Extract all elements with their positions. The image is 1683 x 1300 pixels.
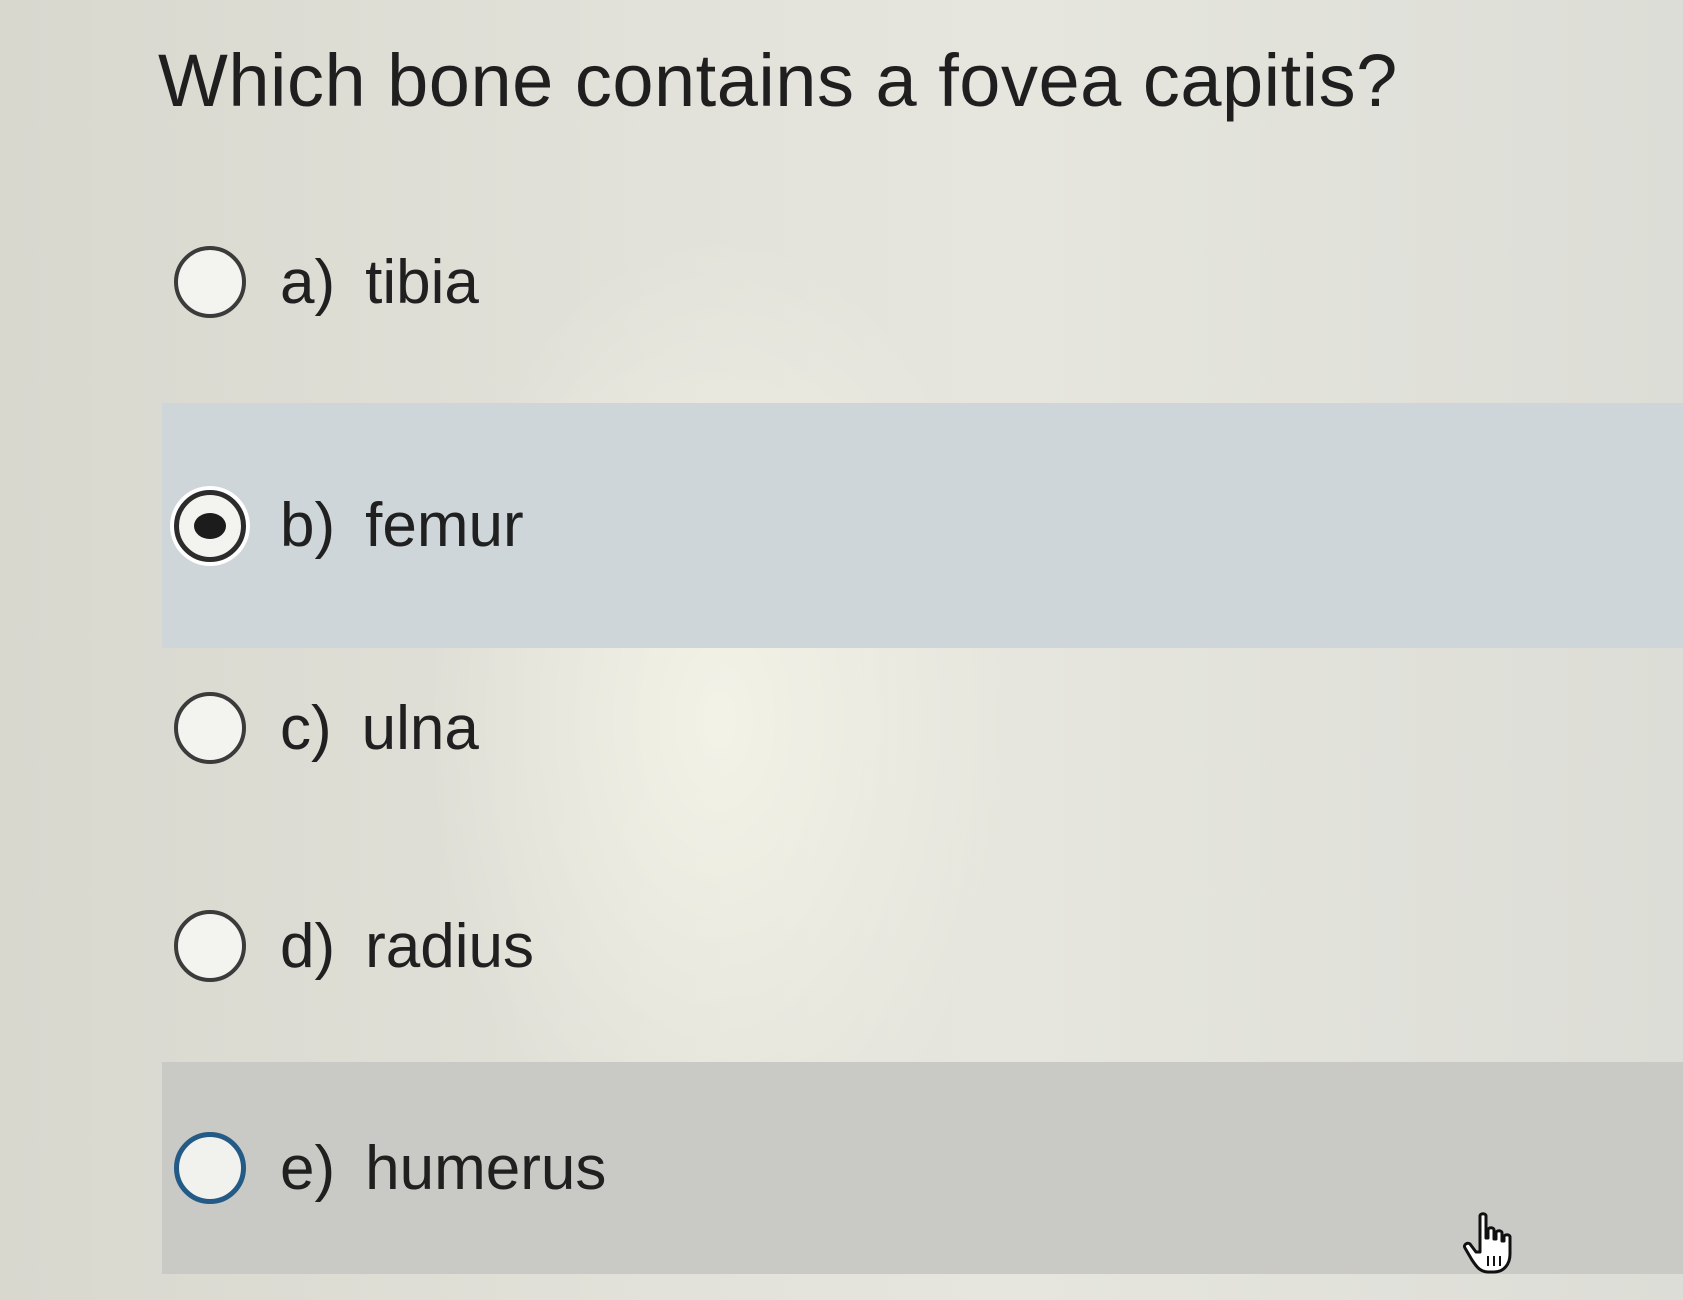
option-e-label: humerus [365, 1133, 607, 1203]
radio-button-b[interactable] [174, 489, 246, 562]
radio-button-a[interactable] [174, 246, 246, 318]
option-c[interactable]: c) ulna [162, 668, 1683, 788]
option-d-label: radius [365, 911, 535, 981]
radio-button-c[interactable] [174, 692, 246, 764]
option-b-label: femur [365, 491, 524, 560]
option-e-letter: e) [280, 1133, 336, 1203]
question-text: Which bone contains a fovea capitis? [158, 39, 1398, 122]
option-b-letter: b) [280, 491, 336, 560]
option-d[interactable]: d) radius [162, 886, 1683, 1006]
option-e[interactable]: e) humerus [162, 1062, 1683, 1274]
option-d-letter: d) [280, 911, 336, 981]
option-a[interactable]: a) tibia [162, 222, 1683, 342]
option-c-letter: c) [280, 693, 332, 763]
option-c-label: ulna [361, 693, 479, 763]
option-a-label: tibia [365, 247, 479, 317]
option-a-letter: a) [280, 247, 336, 317]
option-b[interactable]: b) femur [162, 403, 1683, 648]
radio-button-e[interactable] [174, 1132, 246, 1204]
radio-button-d[interactable] [174, 910, 246, 982]
hand-pointer-icon [1463, 1212, 1512, 1274]
quiz-screen: Which bone contains a fovea capitis? a) … [0, 0, 1683, 1300]
